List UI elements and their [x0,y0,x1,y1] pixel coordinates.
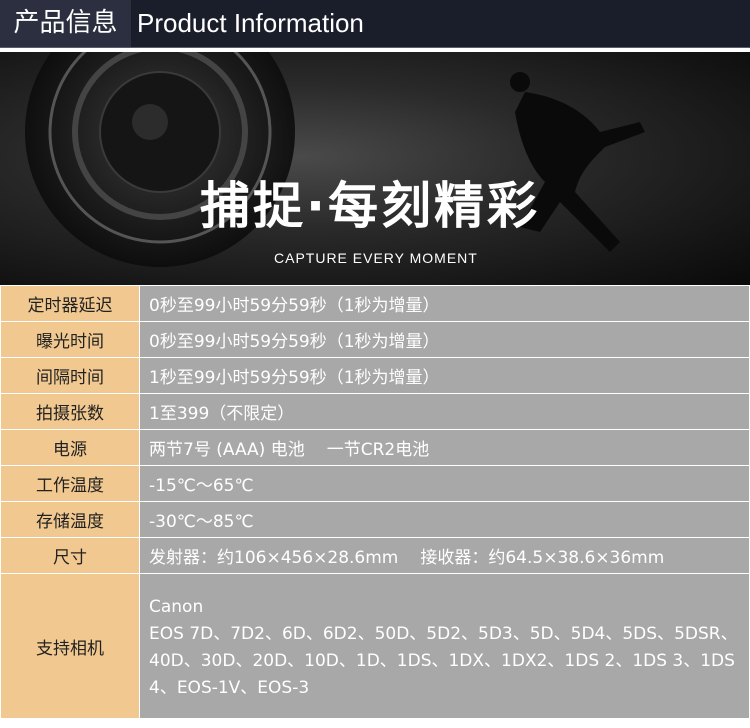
banner-title: 捕捉·每刻精彩 [200,177,540,235]
spec-value: 两节7号 (AAA) 电池 一节CR2电池 [139,429,750,466]
spec-row: 电源 两节7号 (AAA) 电池 一节CR2电池 [0,429,750,466]
spec-label: 尺寸 [0,537,140,574]
spec-row: 拍摄张数 1至399（不限定） [0,393,750,430]
spec-value: 0秒至99小时59分59秒（1秒为增量） [139,321,750,358]
section-header: 产品信息 Product Information [0,0,750,48]
spec-value-part: 发射器：约106×456×28.6mm [149,548,399,568]
spec-value: 1至399（不限定） [139,393,750,430]
spec-row-cameras: 支持相机 Canon EOS 7D、7D2、6D、6D2、50D、5D2、5D3… [0,573,750,719]
banner-subtitle: CAPTURE EVERY MOMENT [274,250,478,266]
spec-label: 拍摄张数 [0,393,140,430]
spec-value-cameras: Canon EOS 7D、7D2、6D、6D2、50D、5D2、5D3、5D、5… [139,573,750,719]
spec-label: 存储温度 [0,501,140,538]
spec-label: 间隔时间 [0,357,140,394]
section-title-en: Product Information [137,8,364,38]
spec-row: 曝光时间 0秒至99小时59分59秒（1秒为增量） [0,321,750,358]
spec-label: 曝光时间 [0,321,140,358]
camera-models: EOS 7D、7D2、6D、6D2、50D、5D2、5D3、5D、5D4、5DS… [149,624,738,698]
section-title-cn: 产品信息 [0,0,131,47]
hero-banner: 捕捉·每刻精彩 CAPTURE EVERY MOMENT [0,52,750,285]
spec-value: -15℃～65℃ [139,465,750,502]
spec-label: 工作温度 [0,465,140,502]
spec-row: 尺寸 发射器：约106×456×28.6mm 接收器：约64.5×38.6×36m… [0,537,750,574]
spec-row: 存储温度 -30℃～85℃ [0,501,750,538]
spec-label: 定时器延迟 [0,285,140,322]
spec-table: 定时器延迟 0秒至99小时59分59秒（1秒为增量） 曝光时间 0秒至99小时5… [0,285,750,719]
spec-value: 1秒至99小时59分59秒（1秒为增量） [139,357,750,394]
spec-label: 支持相机 [0,573,140,719]
spec-label: 电源 [0,429,140,466]
spec-row: 定时器延迟 0秒至99小时59分59秒（1秒为增量） [0,285,750,322]
spec-value-part: 两节7号 (AAA) 电池 [149,440,305,460]
spec-value-part: 一节CR2电池 [326,440,430,460]
spec-row: 间隔时间 1秒至99小时59分59秒（1秒为增量） [0,357,750,394]
camera-brand: Canon [149,597,204,617]
spec-value: -30℃～85℃ [139,501,750,538]
spec-row: 工作温度 -15℃～65℃ [0,465,750,502]
spec-value: 发射器：约106×456×28.6mm 接收器：约64.5×38.6×36mm [139,537,750,574]
spec-value-part: 接收器：约64.5×38.6×36mm [420,548,665,568]
spec-value: 0秒至99小时59分59秒（1秒为增量） [139,285,750,322]
